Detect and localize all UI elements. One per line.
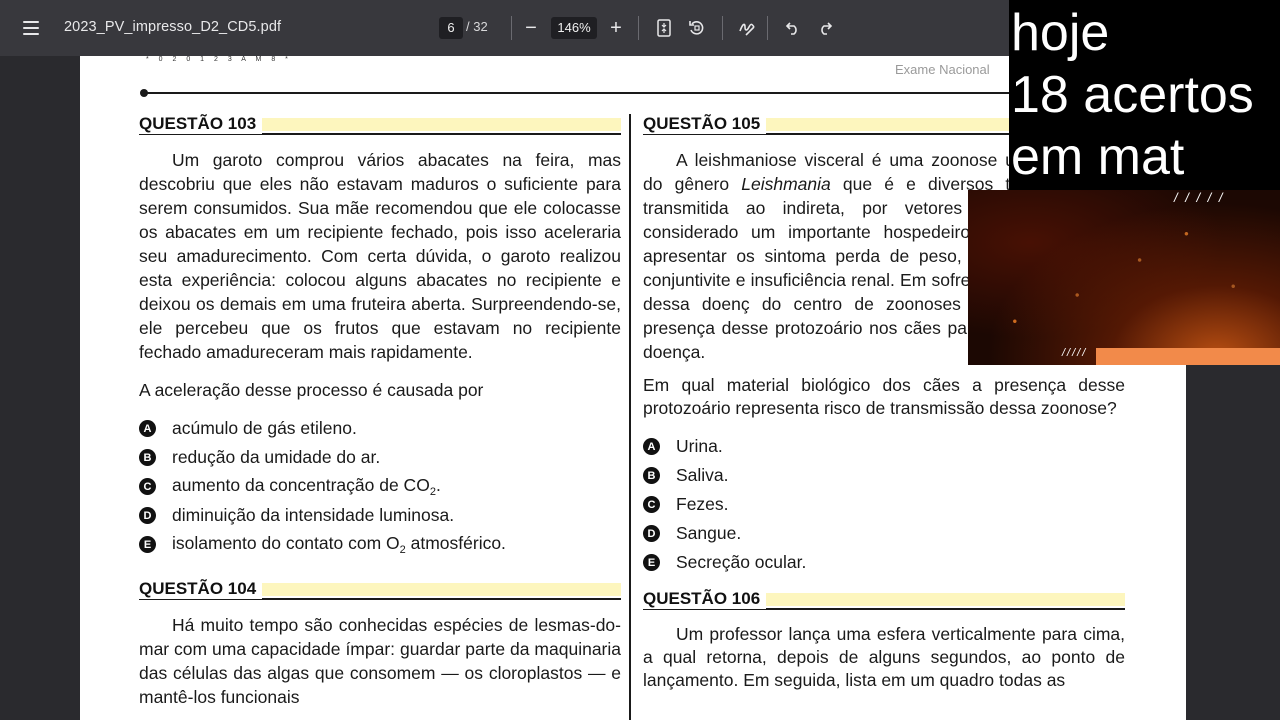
left-column: QUESTÃO 103 Um garoto comprou vários aba… <box>139 114 621 709</box>
question-header: QUESTÃO 104 <box>139 579 621 600</box>
overlay-line: hoje <box>1011 4 1110 62</box>
fit-page-icon[interactable] <box>650 14 678 42</box>
option-letter-icon: D <box>139 507 156 524</box>
zoom-in-button[interactable]: + <box>602 14 630 42</box>
decorative-slashes: / / / / / <box>1174 190 1225 205</box>
option-letter-icon: B <box>139 449 156 466</box>
option-letter-icon: D <box>643 525 660 542</box>
option-letter-icon: C <box>139 478 156 495</box>
overlay-line: 18 acertos <box>1011 66 1254 124</box>
header-rule <box>144 92 1124 94</box>
option-letter-icon: A <box>139 420 156 437</box>
option-letter-icon: E <box>139 536 156 553</box>
decorative-slashes: ///// <box>1062 347 1088 359</box>
file-title: 2023_PV_impresso_D2_CD5.pdf <box>64 19 282 35</box>
option-e[interactable]: Eisolamento do contato com O2 atmosféric… <box>139 530 621 559</box>
question-title: QUESTÃO 106 <box>643 589 767 609</box>
question-104-text: Há muito tempo são conhecidas espécies d… <box>139 615 622 707</box>
option-c[interactable]: Caumento da concentração de CO2. <box>139 472 621 501</box>
question-prompt: Em qual material biológico dos cães a pr… <box>643 375 1125 418</box>
ember-overlay-image: / / / / / ///// <box>968 190 1280 365</box>
question-title: QUESTÃO 105 <box>643 114 767 134</box>
viewer-gutter-left <box>0 56 80 720</box>
option-letter-icon: E <box>643 554 660 571</box>
question-title: QUESTÃO 103 <box>139 114 263 134</box>
question-103-text: Um garoto comprou vários abacates na fei… <box>139 150 621 362</box>
option-d[interactable]: D Sangue. <box>643 519 1125 548</box>
option-letter-icon: B <box>643 467 660 484</box>
page-header-right: Exame Nacional <box>895 62 990 77</box>
option-b[interactable]: B Saliva. <box>643 461 1125 490</box>
undo-icon[interactable] <box>779 14 807 42</box>
page-total-label: / 32 <box>466 19 488 34</box>
option-a[interactable]: A Urina. <box>643 432 1125 461</box>
question-title: QUESTÃO 104 <box>139 579 263 599</box>
draw-icon[interactable] <box>733 14 761 42</box>
zoom-out-button[interactable]: − <box>517 14 545 42</box>
page-number-input[interactable]: 6 <box>439 17 463 39</box>
answer-options: A Urina. B Saliva. C Fezes. D Sangue. E Secre… <box>643 432 1125 577</box>
option-letter-icon: A <box>643 438 660 455</box>
question-header: QUESTÃO 103 <box>139 114 621 135</box>
barcode-text: * 0 2 0 1 2 3 A M 8 * <box>146 56 292 63</box>
toolbar-divider <box>638 16 639 40</box>
toolbar-divider <box>767 16 768 40</box>
overlay-line: em mat <box>1011 128 1185 186</box>
option-a[interactable]: Aacúmulo de gás etileno. <box>139 414 621 443</box>
toolbar-divider <box>722 16 723 40</box>
option-b[interactable]: Bredução da umidade do ar. <box>139 443 621 472</box>
question-prompt: A aceleração desse processo é causada po… <box>139 380 484 400</box>
option-letter-icon: C <box>643 496 660 513</box>
toolbar-divider <box>511 16 512 40</box>
hamburger-menu-icon[interactable] <box>18 18 44 38</box>
option-c[interactable]: C Fezes. <box>643 490 1125 519</box>
zoom-level-input[interactable]: 146% <box>551 17 597 39</box>
rotate-icon[interactable] <box>683 14 711 42</box>
column-divider <box>629 114 631 720</box>
option-e[interactable]: E Secreção ocular. <box>643 548 1125 577</box>
question-106-text: Um professor lança uma esfera verticalme… <box>643 624 1125 690</box>
overlay-accent-bar <box>1096 348 1280 365</box>
question-header: QUESTÃO 106 <box>643 589 1125 610</box>
answer-options: Aacúmulo de gás etileno. Bredução da umi… <box>139 414 621 559</box>
stream-text-overlay: hoje 18 acertos em mat <box>1009 0 1280 190</box>
redo-icon[interactable] <box>811 14 839 42</box>
option-d[interactable]: Ddiminuição da intensidade luminosa. <box>139 501 621 530</box>
